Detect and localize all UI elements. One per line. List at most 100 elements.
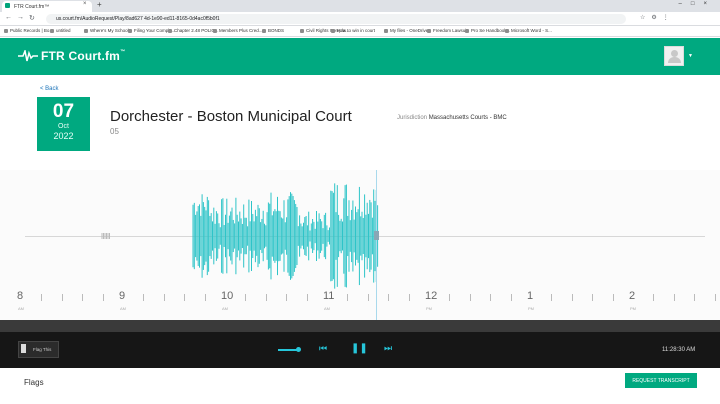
bookmark-icon [213,29,217,33]
reload-icon[interactable]: ↻ [29,14,35,22]
favicon-icon [5,3,10,8]
chevron-down-icon[interactable]: ▼ [688,53,693,59]
bookmark-item[interactable]: Members Plus Cred... [213,28,263,33]
bookmark-item[interactable]: Public Records | Bo... [4,28,53,33]
bookmark-item[interactable]: Chapter 2.48 POLIC... [168,28,219,33]
time-tick-label: 12 [425,290,438,302]
new-tab-button[interactable]: + [97,0,102,9]
flags-panel [0,368,720,404]
bookmark-icon [84,29,88,33]
time-tick-label: 10 [221,290,234,302]
waveform-logo-icon [18,48,38,62]
time-tick-ampm: AM [18,306,24,311]
bookmark-icon [168,29,172,33]
minor-tick [673,294,675,301]
minor-tick [286,294,288,301]
time-tick-label: 2 [629,290,636,302]
bookmark-icon [427,29,431,33]
minor-tick [653,294,655,301]
minor-tick [102,294,104,301]
playhead-handle[interactable] [374,231,379,240]
avatar-body-icon [668,57,681,63]
browser-tab[interactable]: FTR Court.fm™ [2,1,92,12]
time-tick-label: 11 [323,290,335,302]
minor-tick [204,294,206,301]
minor-tick [367,294,369,301]
minor-tick [714,294,716,301]
bookmark-item[interactable]: My files - OneDrive [384,28,428,33]
url-input[interactable]: us.court.fm/AudioRequest/Play/8ad627 4d-… [46,14,626,24]
bookmark-icon [331,29,335,33]
request-transcript-button[interactable]: REQUEST TRANSCRIPT [625,373,697,388]
jurisdiction: Jurisdiction Massachusetts Courts - BMC [397,115,507,121]
minor-tick [510,294,512,301]
flags-heading: Flags [24,378,44,387]
speed-slider-handle[interactable] [296,347,301,352]
current-time: 11:28:30 AM [662,347,696,353]
time-tick-label: 8 [17,290,24,302]
minor-tick [469,294,471,301]
courtroom-number: 05 [110,127,119,136]
bookmark-icon [300,29,304,33]
bookmark-item[interactable]: Where's My School... [84,28,132,33]
bookmark-icon [384,29,388,33]
avatar-head-icon [671,50,678,57]
minor-tick [306,294,308,301]
time-tick-ampm: PM [528,306,534,311]
back-link[interactable]: < Back [40,86,59,92]
minor-tick [612,294,614,301]
time-tick-ampm: AM [324,306,330,311]
browser-tab-strip [0,0,720,12]
minor-tick [245,294,247,301]
minor-tick [571,294,573,301]
skip-back-icon[interactable]: ⏮ [319,343,327,354]
tab-close-icon[interactable]: × [83,1,87,7]
jurisdiction-label: Jurisdiction [397,115,428,121]
minor-tick [694,294,696,301]
flag-icon [21,344,26,353]
extension-icons[interactable]: ☆⚙⋮ [640,14,675,21]
logo-tm: ™ [120,49,126,55]
bookmark-icon [262,29,266,33]
minor-tick [388,294,390,301]
back-arrow-icon[interactable]: ← [5,14,12,21]
forward-arrow-icon[interactable]: → [17,14,24,21]
window-controls[interactable]: –□× [679,1,716,7]
bookmark-icon [50,29,54,33]
bookmark-icon [505,29,509,33]
playhead-line[interactable] [376,170,377,320]
bookmark-item[interactable]: Microsoft Word - S... [505,28,552,33]
minor-tick [490,294,492,301]
speed-slider-track[interactable] [278,349,298,351]
bookmark-icon [4,29,8,33]
bookmark-item[interactable]: untitled [50,28,71,33]
time-tick-ampm: PM [426,306,432,311]
minor-tick [82,294,84,301]
date-month: Oct [58,123,69,130]
time-tick-ampm: AM [120,306,126,311]
ftr-logo[interactable]: FTR Court.fm™ [18,48,126,63]
bookmark-item[interactable]: Freedom Lawsuit [427,28,468,33]
minor-tick [143,294,145,301]
minor-tick [449,294,451,301]
minor-tick [41,294,43,301]
minor-tick [184,294,186,301]
timeline-scrollbar[interactable] [0,320,720,332]
minor-tick [408,294,410,301]
bookmark-item[interactable]: BONDS [262,28,284,33]
time-tick-label: 1 [527,290,534,302]
time-tick-ampm: AM [222,306,228,311]
bookmark-item[interactable]: How to win in court [331,28,375,33]
minor-tick [592,294,594,301]
time-tick-label: 9 [119,290,126,302]
minor-tick [551,294,553,301]
minor-tick [265,294,267,301]
logo-text: FTR Court.fm [41,49,121,63]
jurisdiction-value: Massachusetts Courts - BMC [428,115,507,121]
pause-icon[interactable]: ❚❚ [351,343,368,354]
minor-tick [163,294,165,301]
skip-forward-icon[interactable]: ⏭ [384,343,392,354]
date-year: 2022 [53,131,74,141]
time-tick-ampm: PM [630,306,636,311]
bookmark-item[interactable]: Pro Se Handbook... [465,28,510,33]
